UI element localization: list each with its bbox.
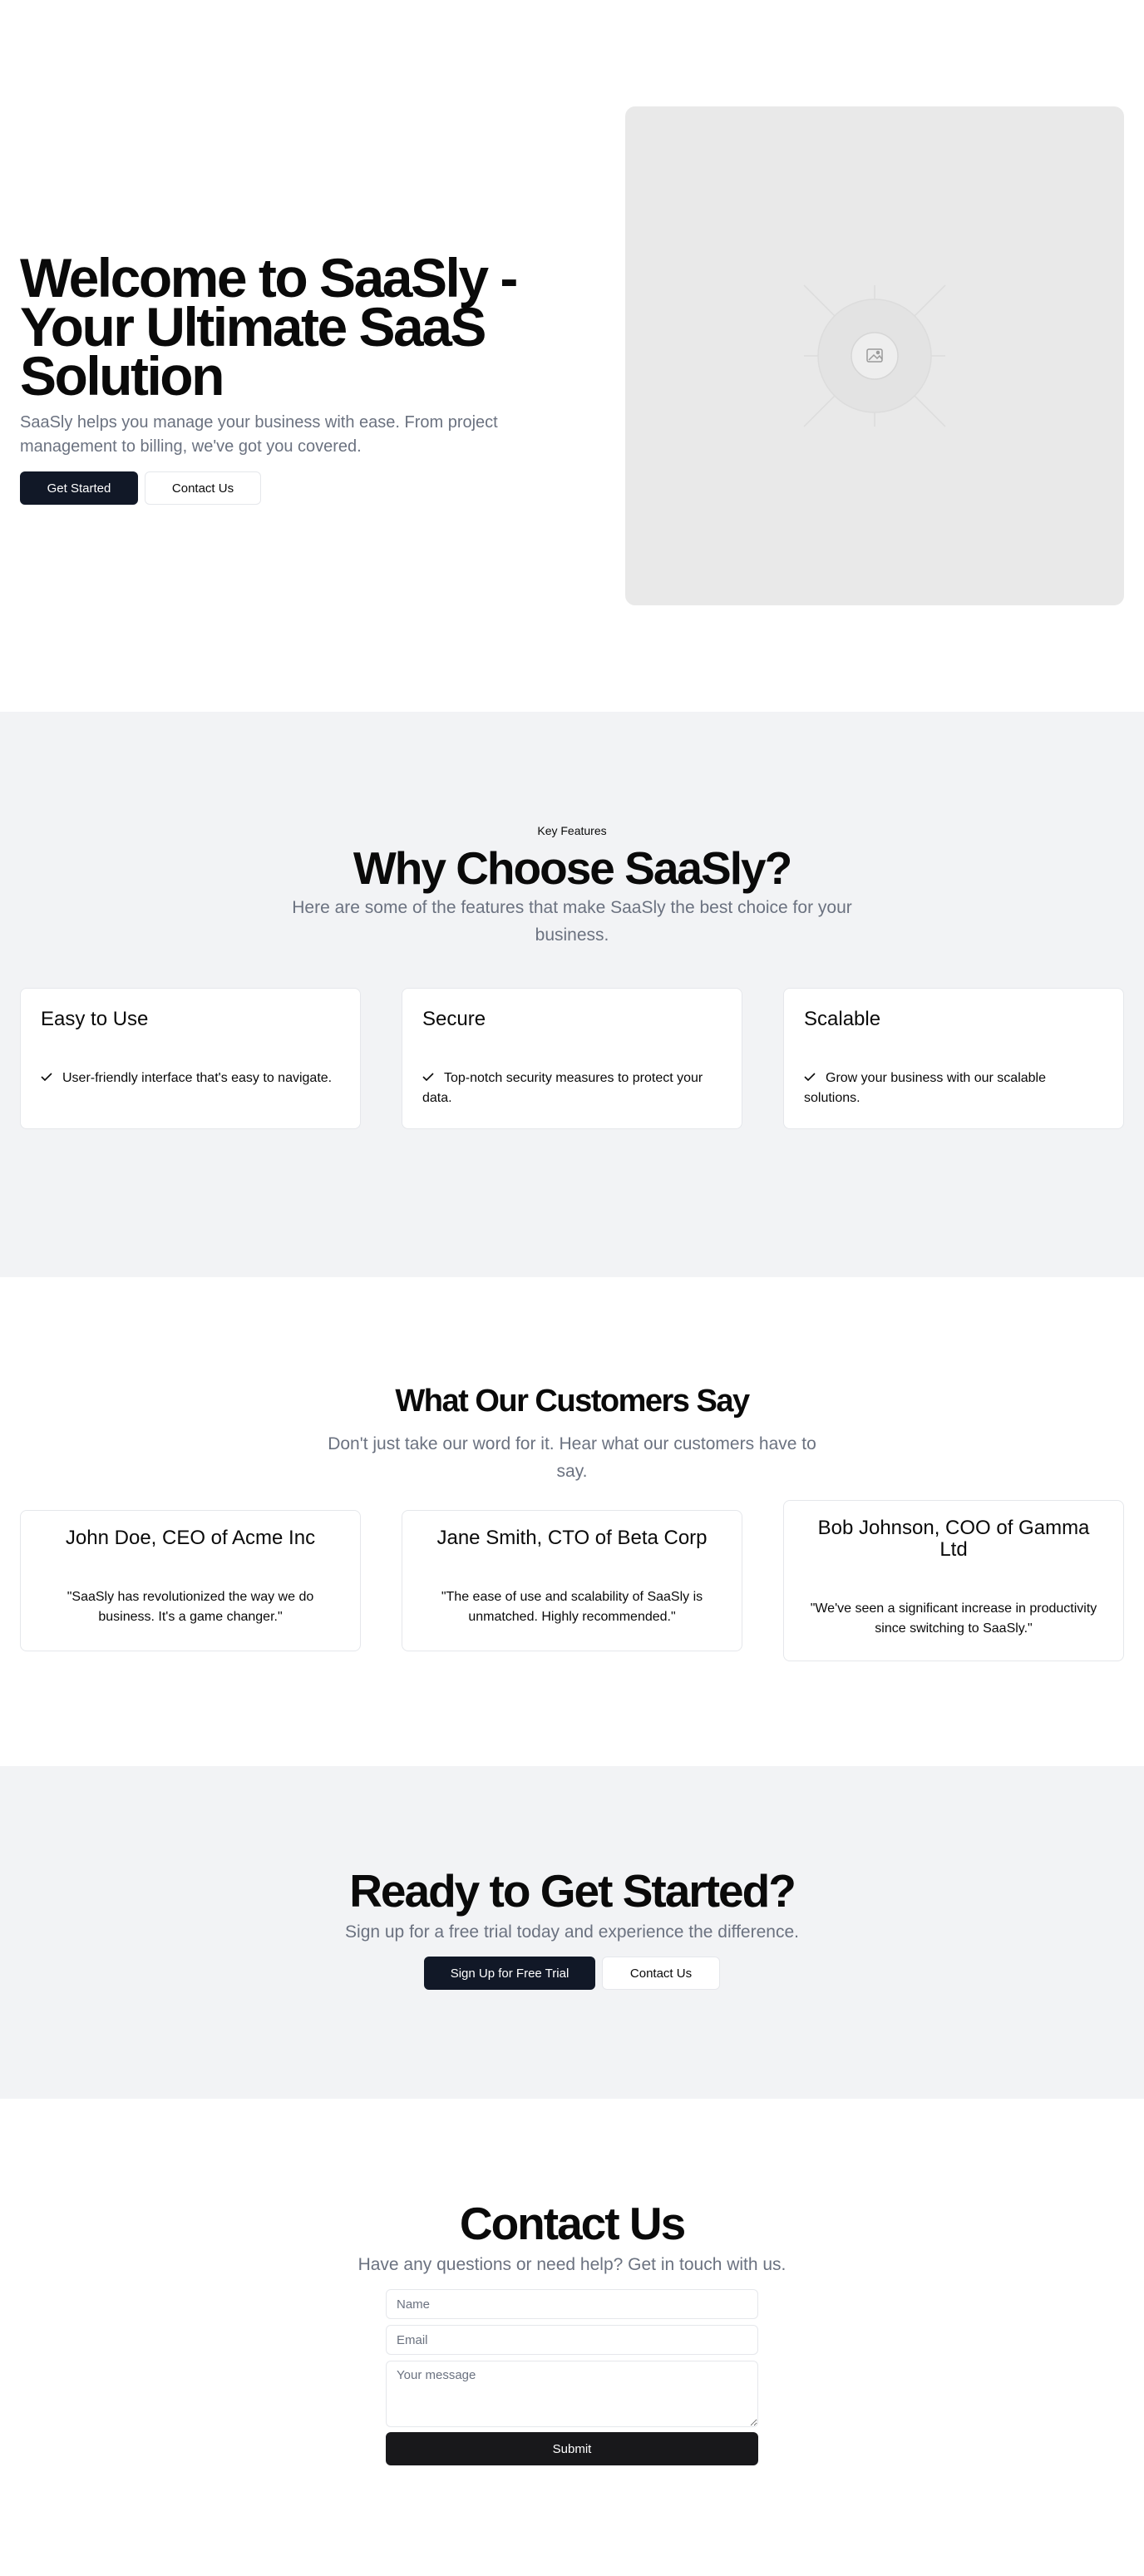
testimonial-author: John Doe, CEO of Acme Inc <box>65 1527 316 1549</box>
cta-title: Ready to Get Started? <box>349 1865 796 1917</box>
contact-form: Submit <box>386 2289 758 2465</box>
hero-subtitle: SaaSly helps you manage your business wi… <box>20 413 498 456</box>
get-started-button[interactable]: Get Started <box>20 471 138 505</box>
testimonials-title: What Our Customers Say <box>395 1384 750 1419</box>
feature-text: Grow your business with our scalable sol… <box>804 1071 1047 1105</box>
hero-content: Welcome to SaaSly - Your Ultimate SaaS S… <box>20 247 602 505</box>
features-section: Key Features Why Choose SaaSly? Here are… <box>0 712 1144 1277</box>
contact-us-button[interactable]: Contact Us <box>145 471 261 505</box>
cta-subtitle: Sign up for a free trial today and exper… <box>345 1922 799 1942</box>
feature-text-row: Top-notch security measures to protect y… <box>422 1068 722 1108</box>
testimonials-subtitle: Don't just take our word for it. Hear wh… <box>328 1434 816 1481</box>
feature-text: Top-notch security measures to protect y… <box>422 1071 703 1105</box>
testimonials-section: What Our Customers Say Don't just take o… <box>0 1277 1144 1766</box>
hero-section: Welcome to SaaSly - Your Ultimate SaaS S… <box>0 0 1144 712</box>
feature-title: Easy to Use <box>41 1008 149 1030</box>
testimonial-author: Jane Smith, CTO of Beta Corp <box>436 1527 708 1549</box>
image-placeholder-icon <box>803 284 946 427</box>
feature-text-row: Grow your business with our scalable sol… <box>804 1068 1103 1108</box>
contact-title: Contact Us <box>459 2198 686 2249</box>
check-icon <box>41 1073 52 1081</box>
testimonial-quote: "We've seen a significant increase in pr… <box>810 1601 1097 1636</box>
feature-card-secure: Secure Top-notch security measures to pr… <box>402 988 742 1129</box>
feature-title: Scalable <box>804 1008 881 1030</box>
hero-buttons: Get Started Contact Us <box>20 471 602 505</box>
testimonial-card: Bob Johnson, COO of Gamma Ltd "We've see… <box>783 1500 1124 1661</box>
submit-button[interactable]: Submit <box>386 2432 758 2465</box>
testimonial-card: Jane Smith, CTO of Beta Corp "The ease o… <box>402 1510 742 1651</box>
email-input[interactable] <box>386 2325 758 2355</box>
feature-title: Secure <box>422 1008 486 1030</box>
name-input[interactable] <box>386 2289 758 2319</box>
testimonial-quote: "The ease of use and scalability of SaaS… <box>441 1590 703 1624</box>
hero-image-placeholder <box>625 106 1124 605</box>
features-title: Why Choose SaaSly? <box>353 842 792 894</box>
cta-buttons: Sign Up for Free Trial Contact Us <box>424 1957 720 1990</box>
feature-text-row: User-friendly interface that's easy to n… <box>41 1068 340 1088</box>
testimonial-author: Bob Johnson, COO of Gamma Ltd <box>817 1517 1090 1561</box>
feature-card-scalable: Scalable Grow your business with our sca… <box>783 988 1124 1129</box>
feature-card-easy-to-use: Easy to Use User-friendly interface that… <box>20 988 361 1129</box>
testimonial-card: John Doe, CEO of Acme Inc "SaaSly has re… <box>20 1510 361 1651</box>
testimonial-quote: "SaaSly has revolutionized the way we do… <box>67 1590 314 1624</box>
sign-up-free-trial-button[interactable]: Sign Up for Free Trial <box>424 1957 595 1990</box>
feature-text: User-friendly interface that's easy to n… <box>62 1071 333 1085</box>
contact-subtitle: Have any questions or need help? Get in … <box>358 2255 786 2274</box>
features-eyebrow: Key Features <box>537 824 607 837</box>
check-icon <box>804 1073 816 1081</box>
hero-title: Welcome to SaaSly - Your Ultimate SaaS S… <box>20 247 518 407</box>
cta-contact-us-button[interactable]: Contact Us <box>602 1957 720 1990</box>
message-textarea[interactable] <box>386 2361 758 2427</box>
features-subtitle: Here are some of the features that make … <box>292 898 852 945</box>
contact-section: Contact Us Have any questions or need he… <box>0 2099 1144 2576</box>
check-icon <box>422 1073 434 1081</box>
cta-section: Ready to Get Started? Sign up for a free… <box>0 1766 1144 2099</box>
